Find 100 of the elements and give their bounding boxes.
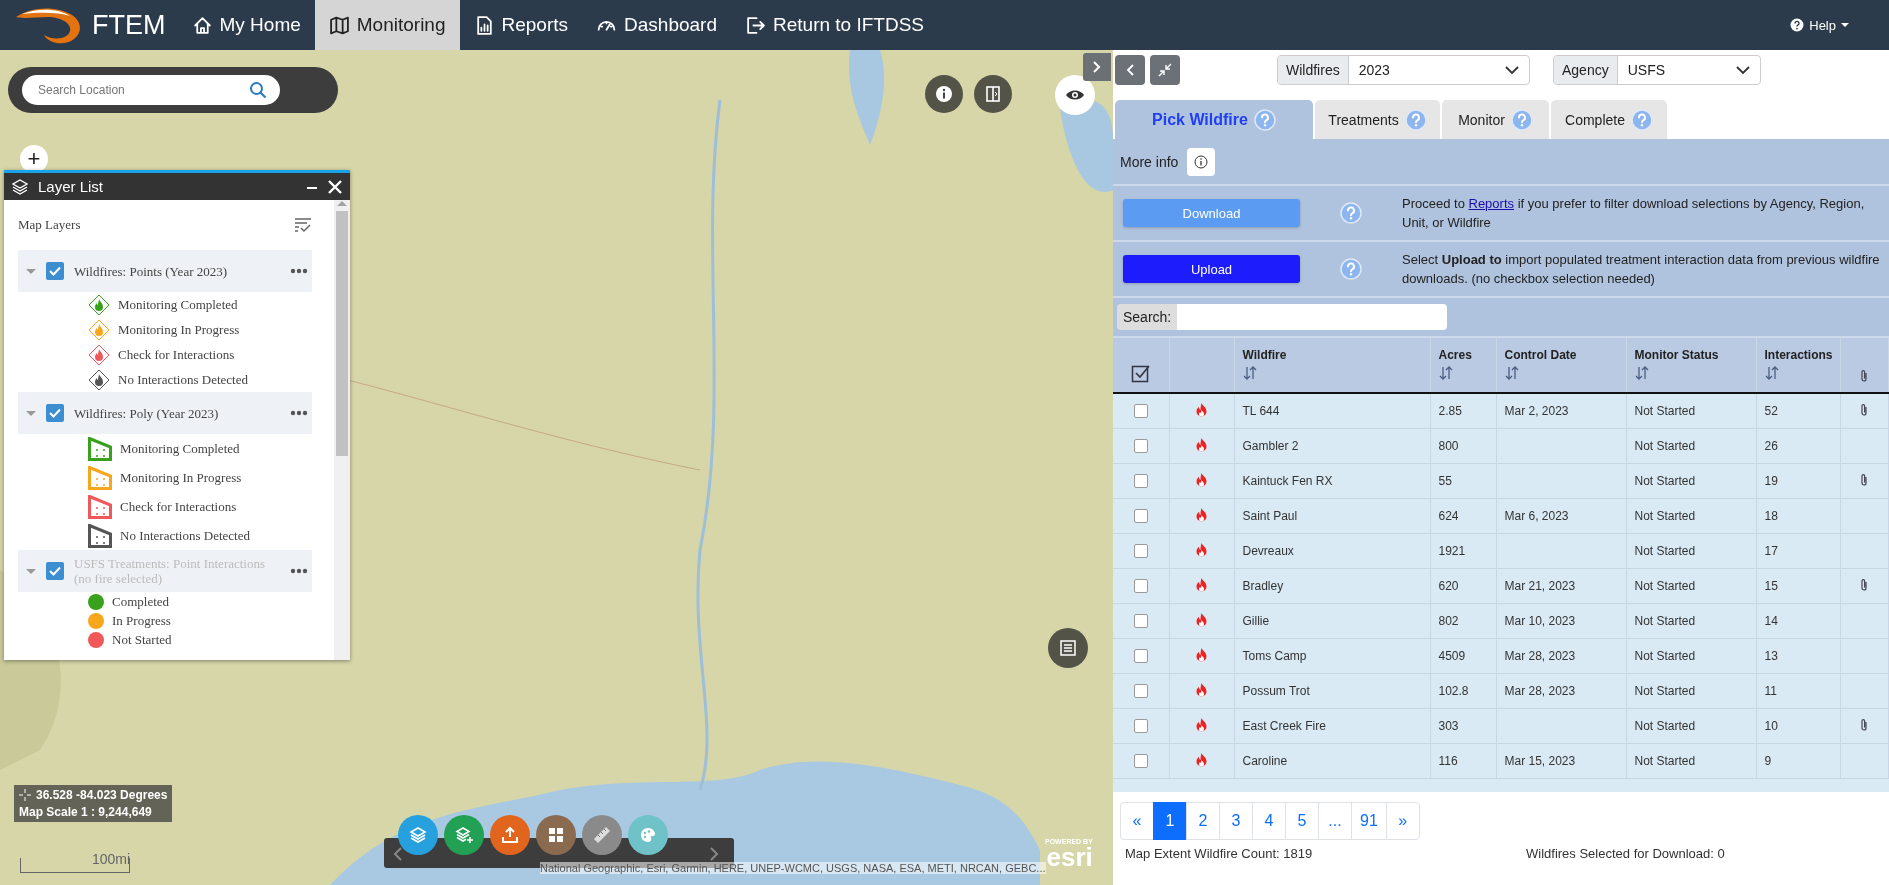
sort-icon[interactable] <box>1438 366 1453 380</box>
paperclip-icon[interactable] <box>1860 577 1869 592</box>
table-cell: Not Started <box>1634 439 1696 453</box>
table-cell: 15 <box>1764 579 1778 593</box>
table-cell: 1921 <box>1438 544 1466 558</box>
filter-list-icon[interactable] <box>294 217 312 233</box>
more-options-icon[interactable] <box>290 568 308 574</box>
nav-tab[interactable]: My Home <box>177 0 315 50</box>
more-info-label: More info <box>1120 153 1179 170</box>
table-cell: Bradley <box>1242 579 1284 593</box>
tab[interactable]: Complete <box>1551 100 1667 139</box>
paperclip-icon[interactable] <box>1860 472 1869 487</box>
help-icon[interactable] <box>1404 108 1427 131</box>
filter-select[interactable]: Wildfires 2023 <box>1277 55 1530 85</box>
page-button[interactable]: 2 <box>1186 802 1220 840</box>
legend-label: Monitoring In Progress <box>120 469 242 486</box>
esri-logo: esri <box>1046 845 1093 869</box>
info-button[interactable] <box>1187 147 1216 176</box>
caret-icon[interactable] <box>26 267 36 275</box>
legend-label: Monitoring In Progress <box>118 321 240 338</box>
paperclip-icon[interactable] <box>1860 717 1869 732</box>
sort-icon[interactable] <box>1764 366 1779 380</box>
row-checkbox[interactable] <box>1133 404 1148 419</box>
app-title: FTEM <box>92 9 166 41</box>
search-label: Search: <box>1117 304 1178 330</box>
table-cell: 116 <box>1438 754 1458 768</box>
flame-icon <box>1196 507 1207 522</box>
layer-checkbox[interactable] <box>46 404 64 422</box>
table-cell: Devreaux <box>1242 544 1294 558</box>
caret-icon[interactable] <box>26 409 36 417</box>
section-heading: Map Layers <box>18 217 81 233</box>
layer-title: USFS Treatments: Point Interactions (no fire selected) <box>74 556 267 586</box>
row-checkbox[interactable] <box>1133 544 1148 559</box>
upload-button[interactable]: Upload <box>1123 255 1300 283</box>
row-checkbox[interactable] <box>1133 474 1148 489</box>
row-checkbox[interactable] <box>1133 684 1148 699</box>
chevron-right-icon[interactable] <box>708 846 720 862</box>
flame-icon <box>1196 717 1207 732</box>
instruction-text: Proceed to Reports if you prefer to filter download selections by Agency, Region, Unit, or Wildfire <box>1402 195 1866 232</box>
row-checkbox[interactable] <box>1133 614 1148 629</box>
expand-panel-button[interactable] <box>1083 53 1111 81</box>
paperclip-icon[interactable] <box>1860 402 1869 417</box>
select-all-icon[interactable] <box>1130 363 1151 383</box>
page-button[interactable]: 5 <box>1285 802 1319 840</box>
table-cell: 14 <box>1764 614 1778 628</box>
row-checkbox[interactable] <box>1133 509 1148 524</box>
scrollbar[interactable] <box>334 200 350 660</box>
row-checkbox[interactable] <box>1133 579 1148 594</box>
page-button[interactable]: « <box>1120 802 1154 840</box>
layers-icon <box>408 825 428 845</box>
map-icon <box>328 14 350 36</box>
ruler-icon <box>592 825 612 845</box>
help-icon[interactable] <box>1630 108 1653 131</box>
nav-tab[interactable]: Return to IFTDSS <box>731 0 938 50</box>
table-cell: 303 <box>1438 719 1459 733</box>
search-field[interactable] <box>1177 304 1448 330</box>
table-cell: Mar 6, 2023 <box>1504 509 1569 523</box>
paperclip-icon[interactable] <box>1860 369 1869 383</box>
sort-icon[interactable] <box>1504 366 1519 380</box>
help-icon[interactable] <box>1340 202 1362 224</box>
tab[interactable]: Pick Wildfire <box>1115 100 1313 139</box>
row-checkbox[interactable] <box>1133 649 1148 664</box>
flame-icon <box>1196 472 1207 487</box>
page-button[interactable]: » <box>1385 802 1420 840</box>
close-icon[interactable] <box>328 179 342 194</box>
minimize-button[interactable] <box>1150 55 1180 85</box>
sort-icon[interactable] <box>1634 366 1649 380</box>
page-button[interactable]: ... <box>1318 802 1352 840</box>
nav-tab[interactable]: Monitoring <box>314 0 460 50</box>
row-checkbox[interactable] <box>1133 719 1148 734</box>
page-button[interactable]: 1 <box>1153 802 1187 840</box>
row-checkbox[interactable] <box>1133 439 1148 454</box>
table-cell: Saint Paul <box>1242 509 1298 523</box>
help-icon[interactable] <box>1253 108 1276 131</box>
row-checkbox[interactable] <box>1133 754 1148 769</box>
table-cell: Gillie <box>1242 614 1270 628</box>
collapse-panel-button[interactable] <box>1115 55 1145 85</box>
reports-link[interactable]: Reports <box>1468 196 1515 211</box>
help-menu[interactable]: Help <box>1790 0 1849 50</box>
tab[interactable]: Monitor <box>1442 100 1549 139</box>
table-cell: Not Started <box>1634 404 1696 418</box>
help-icon[interactable] <box>1510 108 1533 131</box>
more-options-icon[interactable] <box>290 268 308 274</box>
search-field[interactable]: Search Location <box>22 75 280 105</box>
page-button[interactable]: 91 <box>1351 802 1387 840</box>
page-button[interactable]: 4 <box>1252 802 1286 840</box>
filter-select[interactable]: Agency USFS <box>1553 55 1761 85</box>
nav-tab[interactable]: Dashboard <box>582 0 731 50</box>
more-options-icon[interactable] <box>290 410 308 416</box>
nav-tab[interactable]: Reports <box>459 0 583 50</box>
chevron-left-icon <box>1125 63 1135 77</box>
caret-icon[interactable] <box>26 567 36 575</box>
page-button[interactable]: 3 <box>1219 802 1253 840</box>
help-icon[interactable] <box>1340 258 1362 280</box>
table-cell: East Creek Fire <box>1242 719 1326 733</box>
table-cell: Mar 10, 2023 <box>1504 614 1576 628</box>
layer-checkbox[interactable] <box>46 262 64 280</box>
tab[interactable]: Treatments <box>1315 100 1440 139</box>
sort-icon[interactable] <box>1242 366 1257 380</box>
chevron-left-icon[interactable] <box>392 846 404 862</box>
